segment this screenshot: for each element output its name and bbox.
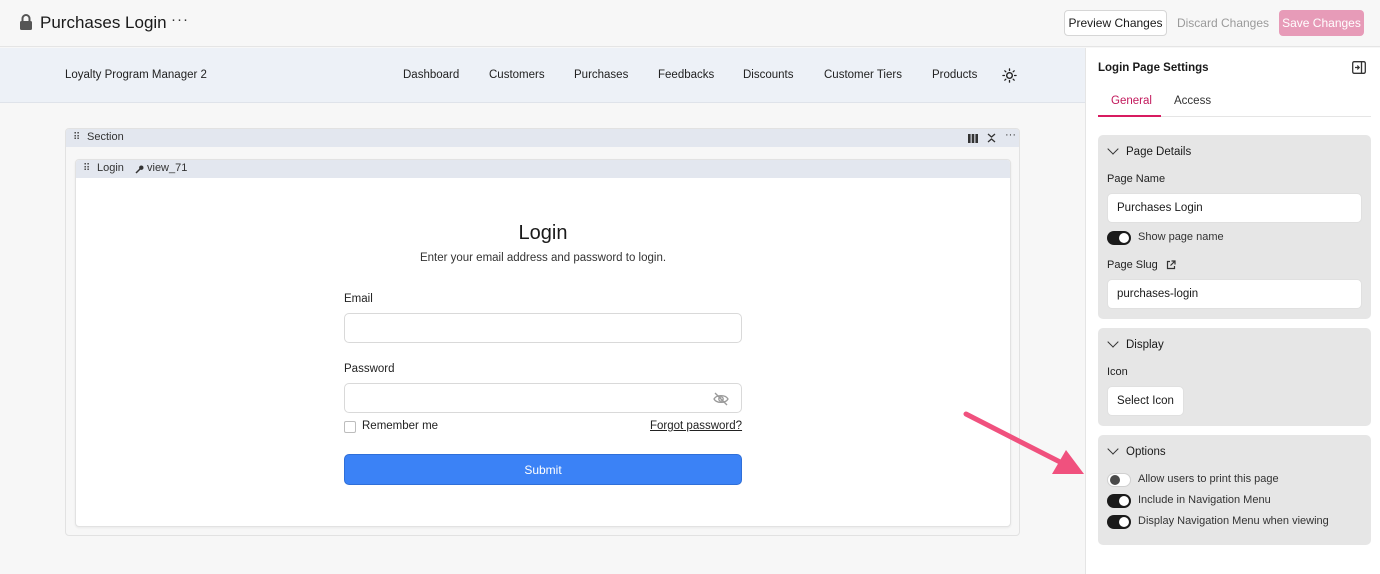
page-name-field[interactable] xyxy=(1107,193,1362,223)
display-heading: Display xyxy=(1126,339,1164,351)
preview-changes-button[interactable]: Preview Changes xyxy=(1064,10,1167,36)
select-icon-button[interactable]: Select Icon xyxy=(1107,386,1184,416)
nav-item-feedbacks[interactable]: Feedbacks xyxy=(658,69,714,81)
options-card: Options Allow users to print this page I… xyxy=(1098,435,1371,545)
login-title: Login xyxy=(518,222,568,244)
more-options-icon[interactable]: ··· xyxy=(171,11,189,28)
top-bar: Purchases Login ··· Preview Changes Disc… xyxy=(0,0,1380,47)
lock-icon xyxy=(20,14,32,30)
section-label: Section xyxy=(87,131,124,143)
eye-off-icon[interactable] xyxy=(713,392,729,406)
options-header[interactable]: Options xyxy=(1107,443,1166,458)
display-nav-menu-label: Display Navigation Menu when viewing xyxy=(1138,515,1329,527)
discard-changes-button[interactable]: Discard Changes xyxy=(1174,10,1272,36)
panel-collapse-icon[interactable] xyxy=(1352,61,1366,74)
view-key: view_71 xyxy=(147,162,188,174)
app-navigation-bar: Loyalty Program Manager 2 Dashboard Cust… xyxy=(0,48,1085,103)
nav-item-customer-tiers[interactable]: Customer Tiers xyxy=(824,69,902,81)
email-field[interactable] xyxy=(344,313,742,343)
remember-me-label[interactable]: Remember me xyxy=(362,420,438,432)
chevron-down-icon xyxy=(1107,336,1119,348)
page-canvas: Loyalty Program Manager 2 Dashboard Cust… xyxy=(0,48,1085,574)
active-tab-indicator xyxy=(1098,115,1161,117)
section-more-icon[interactable]: ··· xyxy=(1005,129,1016,141)
allow-print-toggle[interactable] xyxy=(1107,473,1131,487)
page-slug-label: Page Slug xyxy=(1107,259,1158,271)
nav-item-dashboard[interactable]: Dashboard xyxy=(403,69,459,81)
chevron-down-icon xyxy=(1107,143,1119,155)
page-details-card: Page Details Page Name Show page name Pa… xyxy=(1098,135,1371,319)
view-label: Login xyxy=(97,162,124,174)
nav-item-purchases[interactable]: Purchases xyxy=(574,69,628,81)
panel-title: Login Page Settings xyxy=(1098,62,1209,74)
allow-print-label: Allow users to print this page xyxy=(1138,473,1279,485)
page-title: Purchases Login xyxy=(40,13,167,32)
options-heading: Options xyxy=(1126,446,1166,458)
page-slug-field[interactable] xyxy=(1107,279,1362,309)
forgot-password-link[interactable]: Forgot password? xyxy=(650,420,742,432)
include-nav-menu-label: Include in Navigation Menu xyxy=(1138,494,1271,506)
login-subtitle: Enter your email address and password to… xyxy=(419,252,667,264)
grip-icon[interactable]: ⠿ xyxy=(83,163,90,174)
key-icon xyxy=(135,165,144,174)
collapse-vertical-icon[interactable] xyxy=(987,133,996,143)
password-label: Password xyxy=(344,363,395,375)
sun-icon[interactable] xyxy=(1002,68,1017,83)
page-details-heading: Page Details xyxy=(1126,146,1192,158)
columns-icon[interactable] xyxy=(968,134,978,143)
tab-access[interactable]: Access xyxy=(1174,95,1211,107)
remember-me-checkbox[interactable] xyxy=(344,421,356,433)
external-link-icon[interactable] xyxy=(1166,260,1176,270)
section-header[interactable]: ⠿ Section ··· xyxy=(66,129,1019,147)
show-page-name-toggle[interactable] xyxy=(1107,231,1131,245)
icon-label: Icon xyxy=(1107,366,1128,378)
page-section: ⠿ Section ··· ⠿ Login view_71 Login Ente xyxy=(65,128,1020,536)
app-name[interactable]: Loyalty Program Manager 2 xyxy=(65,69,207,81)
login-view: ⠿ Login view_71 Login Enter your email a… xyxy=(75,159,1011,527)
page-details-header[interactable]: Page Details xyxy=(1107,143,1192,158)
password-field[interactable] xyxy=(344,383,742,413)
include-nav-menu-toggle[interactable] xyxy=(1107,494,1131,508)
settings-panel: Login Page Settings General Access Page … xyxy=(1085,48,1380,574)
nav-item-discounts[interactable]: Discounts xyxy=(743,69,794,81)
display-header[interactable]: Display xyxy=(1107,336,1164,351)
email-label: Email xyxy=(344,293,373,305)
display-card: Display Icon Select Icon xyxy=(1098,328,1371,426)
save-changes-button[interactable]: Save Changes xyxy=(1279,10,1364,36)
submit-button[interactable]: Submit xyxy=(344,454,742,485)
nav-item-customers[interactable]: Customers xyxy=(489,69,545,81)
page-name-label: Page Name xyxy=(1107,173,1166,185)
view-header[interactable]: ⠿ Login view_71 xyxy=(76,160,1010,178)
grip-icon[interactable]: ⠿ xyxy=(73,132,80,143)
tab-general[interactable]: General xyxy=(1111,95,1152,107)
display-nav-menu-toggle[interactable] xyxy=(1107,515,1131,529)
annotation-arrow-icon xyxy=(963,411,1084,474)
show-page-name-label: Show page name xyxy=(1138,231,1224,243)
chevron-down-icon xyxy=(1107,443,1119,455)
nav-item-products[interactable]: Products xyxy=(932,69,977,81)
